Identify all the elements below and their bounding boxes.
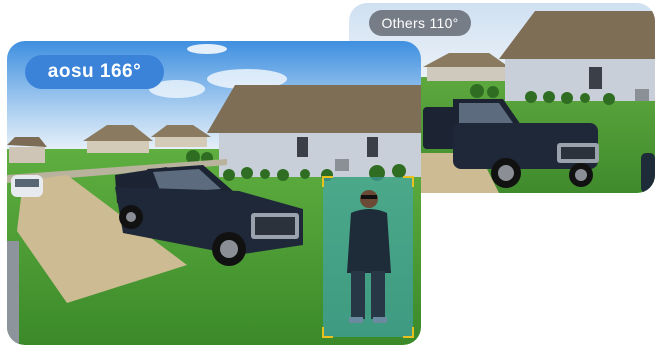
house-roof [207,85,421,133]
parked-car [11,175,43,197]
house-window [589,67,602,89]
person-partial [641,153,655,193]
others-fov-badge: Others 110° [369,10,471,36]
ac-unit [635,89,649,101]
ac-unit [335,159,349,171]
person-detection-box [322,176,414,338]
house-window [297,137,308,157]
cloud [187,44,227,54]
aosu-fov-badge: aosu 166° [25,55,164,89]
foreground-post [7,241,19,345]
distant-house-wall [427,67,505,81]
house-window [367,137,378,157]
